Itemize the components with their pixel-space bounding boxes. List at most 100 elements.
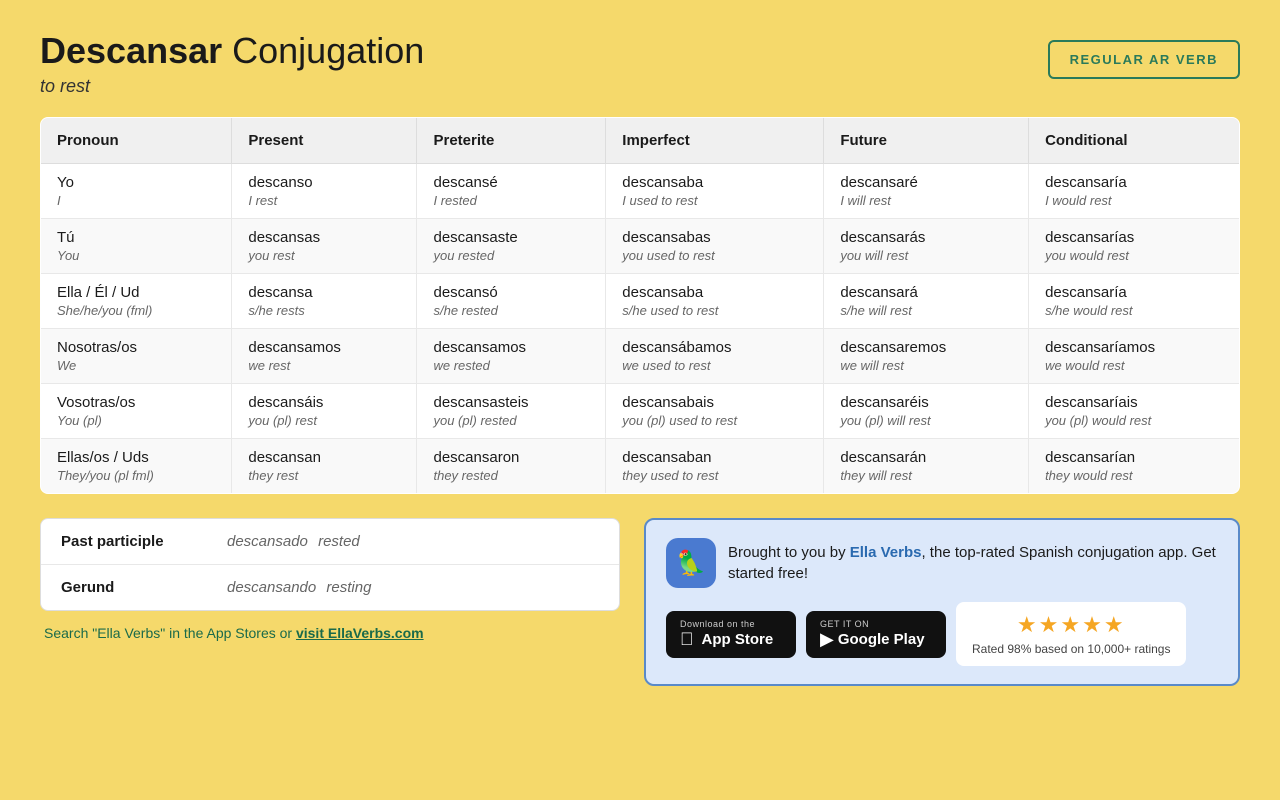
table-cell: descansarás you will rest	[824, 219, 1029, 274]
cell-sub-text: you rest	[248, 248, 400, 263]
table-cell: descansarás/he will rest	[824, 274, 1029, 329]
table-cell: descansan they rest	[232, 439, 417, 494]
table-cell: descansabaisyou (pl) used to rest	[606, 384, 824, 439]
app-store-small-text: Download on the	[680, 619, 755, 629]
cell-main-text: descansaban	[622, 449, 807, 466]
table-row: YoIdescansoI restdescanséI resteddescans…	[41, 164, 1240, 219]
table-cell: descansamoswe rest	[232, 329, 417, 384]
cell-sub-text: you (pl) rested	[433, 413, 589, 428]
table-cell: descansasteisyou (pl) rested	[417, 384, 606, 439]
cell-main-text: Yo	[57, 174, 215, 191]
col-pronoun: Pronoun	[41, 118, 232, 164]
rating-text: Rated 98% based on 10,000+ ratings	[972, 642, 1170, 656]
table-cell: descansaré I will rest	[824, 164, 1029, 219]
table-cell: descansaríanthey would rest	[1029, 439, 1240, 494]
google-play-large-text: Google Play	[838, 631, 925, 648]
table-cell: Ella / Él / Ud She/he/you (fml)	[41, 274, 232, 329]
table-cell: descansaríaI would rest	[1029, 164, 1240, 219]
col-preterite: Preterite	[417, 118, 606, 164]
cell-sub-text: you (pl) used to rest	[622, 413, 807, 428]
google-play-button[interactable]: GET IT ON ▶ Google Play	[806, 611, 946, 658]
gerund-label: Gerund	[61, 579, 221, 596]
cell-sub-text: I used to rest	[622, 193, 807, 208]
promo-icon: 🦜	[666, 538, 716, 588]
table-cell: descanséI rested	[417, 164, 606, 219]
cell-main-text: descansaré	[840, 174, 1012, 191]
cell-main-text: descansarán	[840, 449, 1012, 466]
participle-table: Past participle descansado rested Gerund…	[40, 518, 620, 611]
table-cell: descansaríaisyou (pl) would rest	[1029, 384, 1240, 439]
gerund-value: descansando resting	[221, 579, 371, 596]
cell-sub-text: s/he will rest	[840, 303, 1012, 318]
cell-sub-text: You	[57, 248, 215, 263]
table-cell: descansaréis you (pl) will rest	[824, 384, 1029, 439]
cell-sub-text: s/he used to rest	[622, 303, 807, 318]
verb-type-badge: REGULAR AR VERB	[1048, 40, 1240, 79]
search-text: Search "Ella Verbs" in the App Stores or…	[40, 625, 620, 641]
cell-main-text: descansarías	[1045, 229, 1223, 246]
app-store-button[interactable]: Download on the  App Store	[666, 611, 796, 658]
cell-main-text: descanso	[248, 174, 400, 191]
table-cell: descansarías/he would rest	[1029, 274, 1240, 329]
ella-verbs-link[interactable]: visit EllaVerbs.com	[296, 625, 424, 641]
cell-sub-text: We	[57, 358, 215, 373]
cell-main-text: descansaría	[1045, 284, 1223, 301]
google-play-small-text: GET IT ON	[820, 619, 869, 629]
cell-main-text: Ella / Él / Ud	[57, 284, 215, 301]
cell-sub-text: you will rest	[840, 248, 1012, 263]
table-cell: descansaba s/he used to rest	[606, 274, 824, 329]
cell-main-text: descansáis	[248, 394, 400, 411]
cell-sub-text: they rested	[433, 468, 589, 483]
cell-main-text: descansamos	[433, 339, 589, 356]
cell-sub-text: they will rest	[840, 468, 1012, 483]
cell-sub-text: you (pl) will rest	[840, 413, 1012, 428]
cell-sub-text: You (pl)	[57, 413, 215, 428]
table-cell: YoI	[41, 164, 232, 219]
cell-sub-text: s/he rested	[433, 303, 589, 318]
bottom-section: Past participle descansado rested Gerund…	[40, 518, 1240, 686]
table-cell: descansaríamoswe would rest	[1029, 329, 1240, 384]
gerund-row: Gerund descansando resting	[41, 565, 619, 610]
cell-main-text: descansan	[248, 449, 400, 466]
cell-main-text: descansa	[248, 284, 400, 301]
table-cell: Nosotras/osWe	[41, 329, 232, 384]
cell-main-text: descansaríais	[1045, 394, 1223, 411]
cell-main-text: descansamos	[248, 339, 400, 356]
rating-box: ★★★★★ Rated 98% based on 10,000+ ratings	[956, 602, 1186, 666]
promo-buttons: Download on the  App Store GET IT ON ▶ …	[666, 602, 1218, 666]
table-row: Vosotras/os You (pl) descansáis you (pl) re…	[41, 384, 1240, 439]
cell-main-text: descansarás	[840, 229, 1012, 246]
cell-main-text: descansaba	[622, 174, 807, 191]
cell-main-text: descansábamos	[622, 339, 807, 356]
table-cell: descansarán they will rest	[824, 439, 1029, 494]
google-play-icon: ▶	[820, 629, 834, 650]
cell-main-text: descansó	[433, 284, 589, 301]
conjugation-table: Pronoun Present Preterite Imperfect Futu…	[40, 117, 1240, 494]
cell-sub-text: you (pl) rest	[248, 413, 400, 428]
cell-sub-text: They/you (pl fml)	[57, 468, 215, 483]
table-cell: descansasyou rest	[232, 219, 417, 274]
table-header-row: Pronoun Present Preterite Imperfect Futu…	[41, 118, 1240, 164]
table-cell: descansó s/he rested	[417, 274, 606, 329]
cell-sub-text: they used to rest	[622, 468, 807, 483]
cell-main-text: descansaréis	[840, 394, 1012, 411]
table-cell: descansasteyou rested	[417, 219, 606, 274]
cell-sub-text: s/he rests	[248, 303, 400, 318]
apple-icon: 	[680, 629, 694, 650]
table-cell: descansamoswe rested	[417, 329, 606, 384]
cell-sub-text: I will rest	[840, 193, 1012, 208]
table-cell: Vosotras/os You (pl)	[41, 384, 232, 439]
page-title: Descansar Conjugation	[40, 30, 424, 72]
cell-sub-text: I would rest	[1045, 193, 1223, 208]
past-participle-value: descansado rested	[221, 533, 360, 550]
promo-header: 🦜 Brought to you by Ella Verbs, the top-…	[666, 538, 1218, 588]
col-present: Present	[232, 118, 417, 164]
ella-verbs-brand-link[interactable]: Ella Verbs	[850, 544, 922, 561]
cell-sub-text: I rested	[433, 193, 589, 208]
table-cell: TúYou	[41, 219, 232, 274]
cell-main-text: Vosotras/os	[57, 394, 215, 411]
cell-sub-text: they rest	[248, 468, 400, 483]
app-store-large-text: App Store	[702, 631, 774, 648]
cell-main-text: descansaba	[622, 284, 807, 301]
cell-sub-text: She/he/you (fml)	[57, 303, 215, 318]
